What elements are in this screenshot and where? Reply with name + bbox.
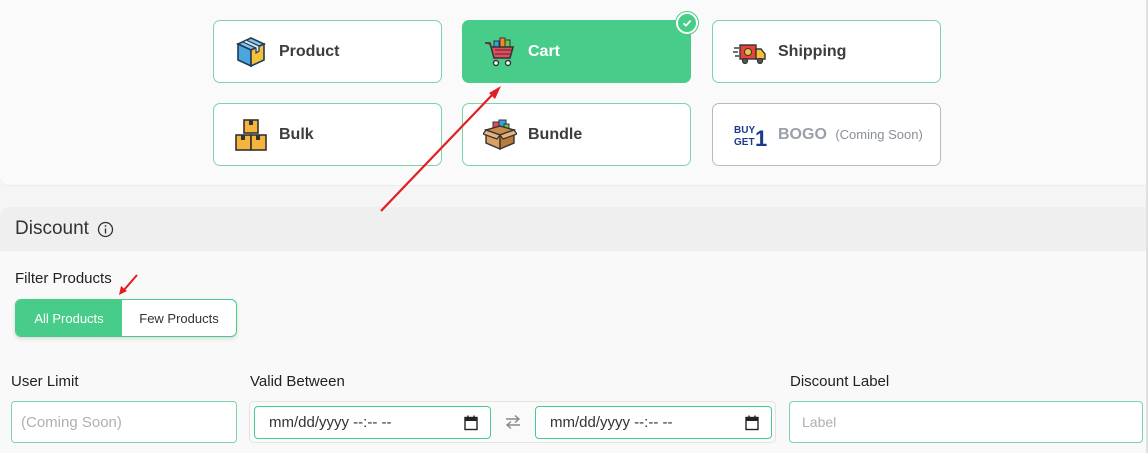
discount-settings-page: Product Cart Shipping Bulk Bundle BUY GE… bbox=[0, 0, 1148, 453]
stacked-boxes-icon bbox=[234, 118, 268, 152]
end-date-input[interactable]: mm/dd/yyyy --:-- -- bbox=[535, 406, 772, 439]
valid-between-label: Valid Between bbox=[250, 373, 345, 390]
filter-products-label: Filter Products bbox=[15, 270, 112, 287]
filter-products-toggle: All Products Few Products bbox=[15, 299, 237, 337]
few-products-option[interactable]: Few Products bbox=[122, 300, 236, 336]
svg-text:GET: GET bbox=[734, 137, 755, 148]
user-limit-label: User Limit bbox=[11, 373, 79, 390]
type-card-label: Bundle bbox=[528, 125, 583, 143]
type-card-label: Bulk bbox=[279, 125, 314, 143]
type-card-shipping[interactable]: Shipping bbox=[712, 20, 941, 83]
product-box-icon bbox=[234, 35, 268, 69]
user-limit-input[interactable]: (Coming Soon) bbox=[11, 401, 237, 443]
shopping-cart-icon bbox=[483, 35, 517, 69]
start-date-input[interactable]: mm/dd/yyyy --:-- -- bbox=[254, 406, 491, 439]
type-card-bundle[interactable]: Bundle bbox=[462, 103, 691, 166]
info-icon[interactable] bbox=[97, 221, 114, 238]
delivery-truck-icon bbox=[733, 35, 767, 69]
type-card-label: Product bbox=[279, 42, 340, 60]
type-card-product[interactable]: Product bbox=[213, 20, 442, 83]
type-card-label: BOGO (Coming Soon) bbox=[778, 126, 923, 144]
swap-arrows-icon bbox=[503, 414, 523, 430]
discount-label-label: Discount Label bbox=[790, 373, 890, 390]
discount-section-header: Discount bbox=[0, 207, 1148, 251]
discount-label-placeholder: Label bbox=[802, 414, 837, 430]
type-card-label: Shipping bbox=[778, 42, 847, 60]
open-box-icon bbox=[483, 118, 517, 152]
start-date-placeholder: mm/dd/yyyy --:-- -- bbox=[269, 414, 392, 431]
discount-type-panel: Product Cart Shipping Bulk Bundle BUY GE… bbox=[0, 0, 1148, 186]
all-products-option[interactable]: All Products bbox=[16, 300, 122, 336]
end-date-placeholder: mm/dd/yyyy --:-- -- bbox=[550, 414, 673, 431]
coming-soon-label: (Coming Soon) bbox=[835, 126, 923, 142]
type-card-bulk[interactable]: Bulk bbox=[213, 103, 442, 166]
user-limit-placeholder: (Coming Soon) bbox=[21, 413, 122, 431]
type-card-bogo[interactable]: BUY GET 1 BOGO (Coming Soon) bbox=[712, 103, 941, 166]
calendar-icon[interactable] bbox=[745, 415, 759, 431]
type-card-cart[interactable]: Cart bbox=[462, 12, 698, 83]
bogo-label: BOGO bbox=[778, 125, 827, 143]
calendar-icon[interactable] bbox=[464, 415, 478, 431]
selected-check-icon bbox=[676, 12, 698, 34]
buy-get-1-icon: BUY GET 1 bbox=[733, 118, 767, 152]
svg-text:BUY: BUY bbox=[734, 125, 755, 136]
valid-between-range: mm/dd/yyyy --:-- -- mm/dd/yyyy --:-- -- bbox=[249, 401, 776, 443]
discount-label-input[interactable]: Label bbox=[789, 401, 1143, 443]
type-card-label: Cart bbox=[528, 42, 561, 60]
section-title: Discount bbox=[15, 218, 89, 239]
svg-text:1: 1 bbox=[755, 126, 767, 151]
